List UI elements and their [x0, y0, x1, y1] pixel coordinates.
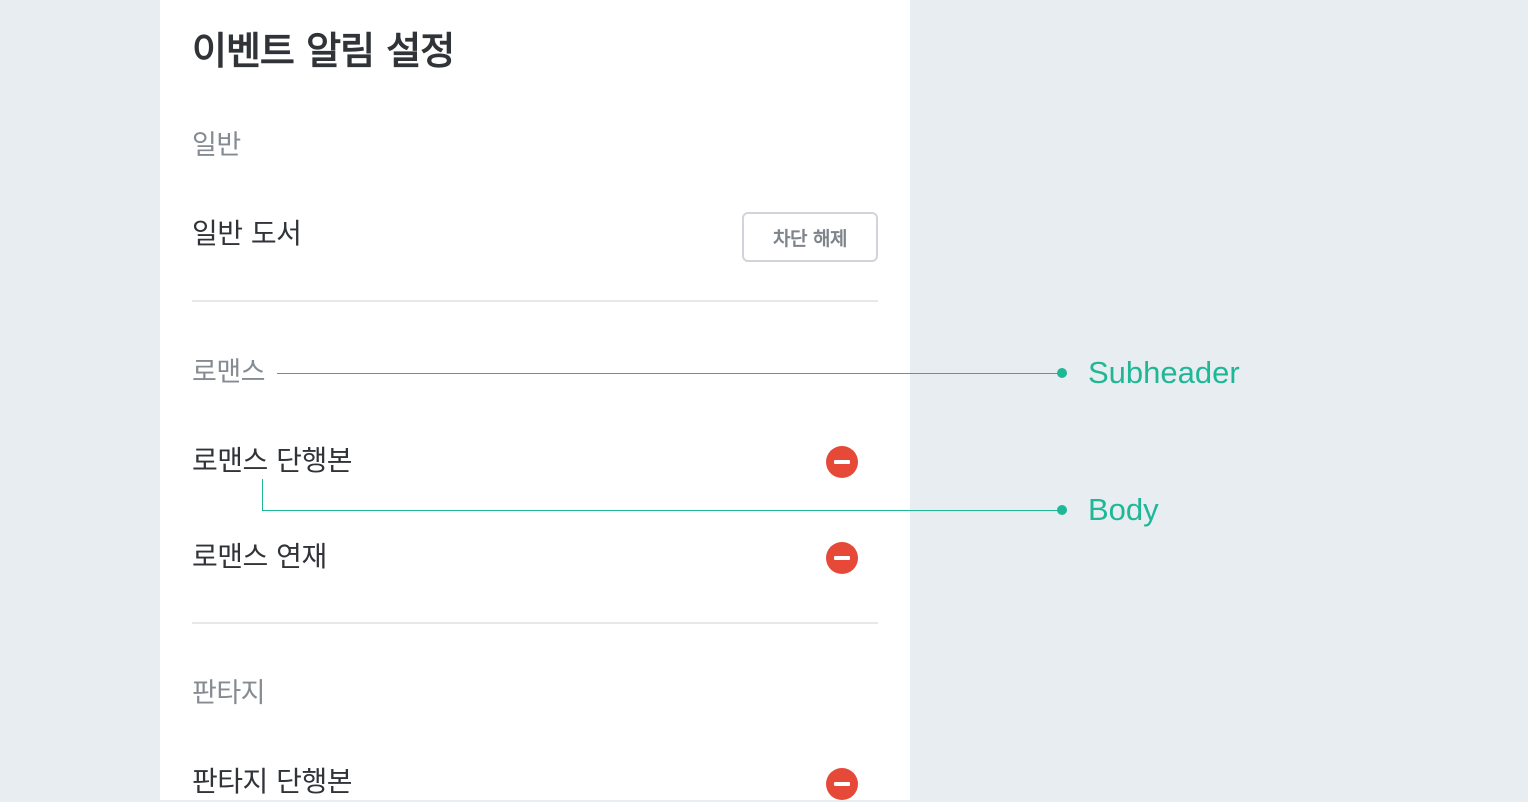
subheader-romance: 로맨스 [192, 357, 266, 388]
list-item-general-books: 일반 도서 [192, 217, 302, 250]
body-annotation-label: Body [1088, 492, 1159, 527]
section-divider [192, 622, 878, 624]
unblock-button[interactable]: 차단 해제 [742, 212, 878, 262]
settings-panel [160, 0, 910, 800]
list-item-fantasy-single: 판타지 단행본 [192, 765, 352, 798]
subheader-fantasy: 판타지 [192, 678, 266, 709]
body-annotation-line [262, 510, 1063, 511]
subheader-annotation-line [277, 373, 1063, 374]
remove-icon[interactable] [826, 542, 858, 574]
section-divider [192, 300, 878, 302]
page-title: 이벤트 알림 설정 [192, 29, 455, 73]
subheader-annotation-dot [1057, 368, 1067, 378]
remove-icon[interactable] [826, 446, 858, 478]
list-item-romance-serial: 로맨스 연재 [192, 540, 327, 573]
subheader-annotation-label: Subheader [1088, 355, 1240, 390]
body-annotation-dot [1057, 505, 1067, 515]
list-item-romance-single: 로맨스 단행본 [192, 444, 352, 477]
subheader-general: 일반 [192, 130, 241, 161]
body-annotation-line-vertical [262, 479, 263, 510]
remove-icon[interactable] [826, 768, 858, 800]
